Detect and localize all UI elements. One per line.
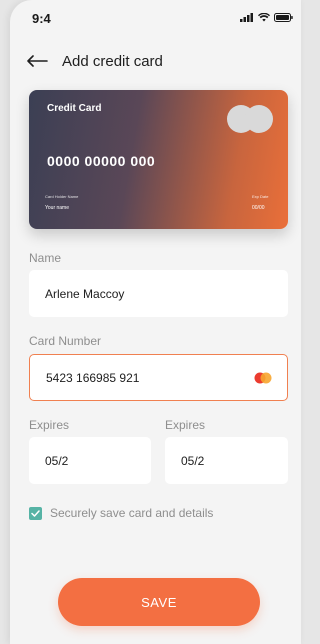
- save-button[interactable]: SAVE: [58, 578, 260, 626]
- save-card-label: Securely save card and details: [50, 506, 214, 520]
- card-expiry-label: Exp Date: [252, 194, 269, 199]
- expires-year-value: 05/2: [181, 453, 205, 468]
- header: Add credit card: [26, 48, 286, 74]
- signal-icon: [240, 13, 253, 22]
- card-holder-label: Card Holder Name: [45, 194, 79, 199]
- status-icons: [240, 13, 293, 22]
- check-icon: [31, 510, 40, 517]
- mastercard-icon: [254, 372, 272, 383]
- mastercard-logo-icon: [227, 105, 273, 133]
- save-card-checkbox[interactable]: [29, 507, 42, 520]
- battery-icon: [274, 13, 293, 22]
- expires-month-value: 05/2: [45, 453, 69, 468]
- page-title: Add credit card: [62, 52, 163, 70]
- name-label: Name: [29, 251, 62, 265]
- card-title: Credit Card: [47, 103, 102, 114]
- expires-month-input[interactable]: 05/2: [29, 437, 151, 484]
- back-button[interactable]: [26, 51, 50, 71]
- name-value: Arlene Maccoy: [45, 286, 125, 301]
- name-input[interactable]: Arlene Maccoy: [29, 270, 288, 317]
- status-bar: 9:4: [10, 0, 301, 34]
- card-number-label: Card Number: [29, 334, 102, 348]
- credit-card-preview: Credit Card 0000 00000 000 Card Holder N…: [29, 90, 288, 229]
- status-time: 9:4: [32, 11, 51, 26]
- arrow-left-icon: [27, 55, 48, 67]
- phone-screen: 9:4 Add credit card Credit Card 0000 000…: [10, 0, 301, 644]
- card-number-display: 0000 00000 000: [47, 153, 156, 169]
- card-number-value: 5423 166985 921: [46, 370, 140, 385]
- expires-month-label: Expires: [29, 418, 70, 432]
- expires-year-input[interactable]: 05/2: [165, 437, 288, 484]
- card-holder-name: Your name: [45, 205, 69, 211]
- wifi-icon: [258, 13, 270, 22]
- card-expiry-value: 00/00: [252, 205, 265, 211]
- card-number-input[interactable]: 5423 166985 921: [29, 354, 288, 401]
- expires-year-label: Expires: [165, 418, 206, 432]
